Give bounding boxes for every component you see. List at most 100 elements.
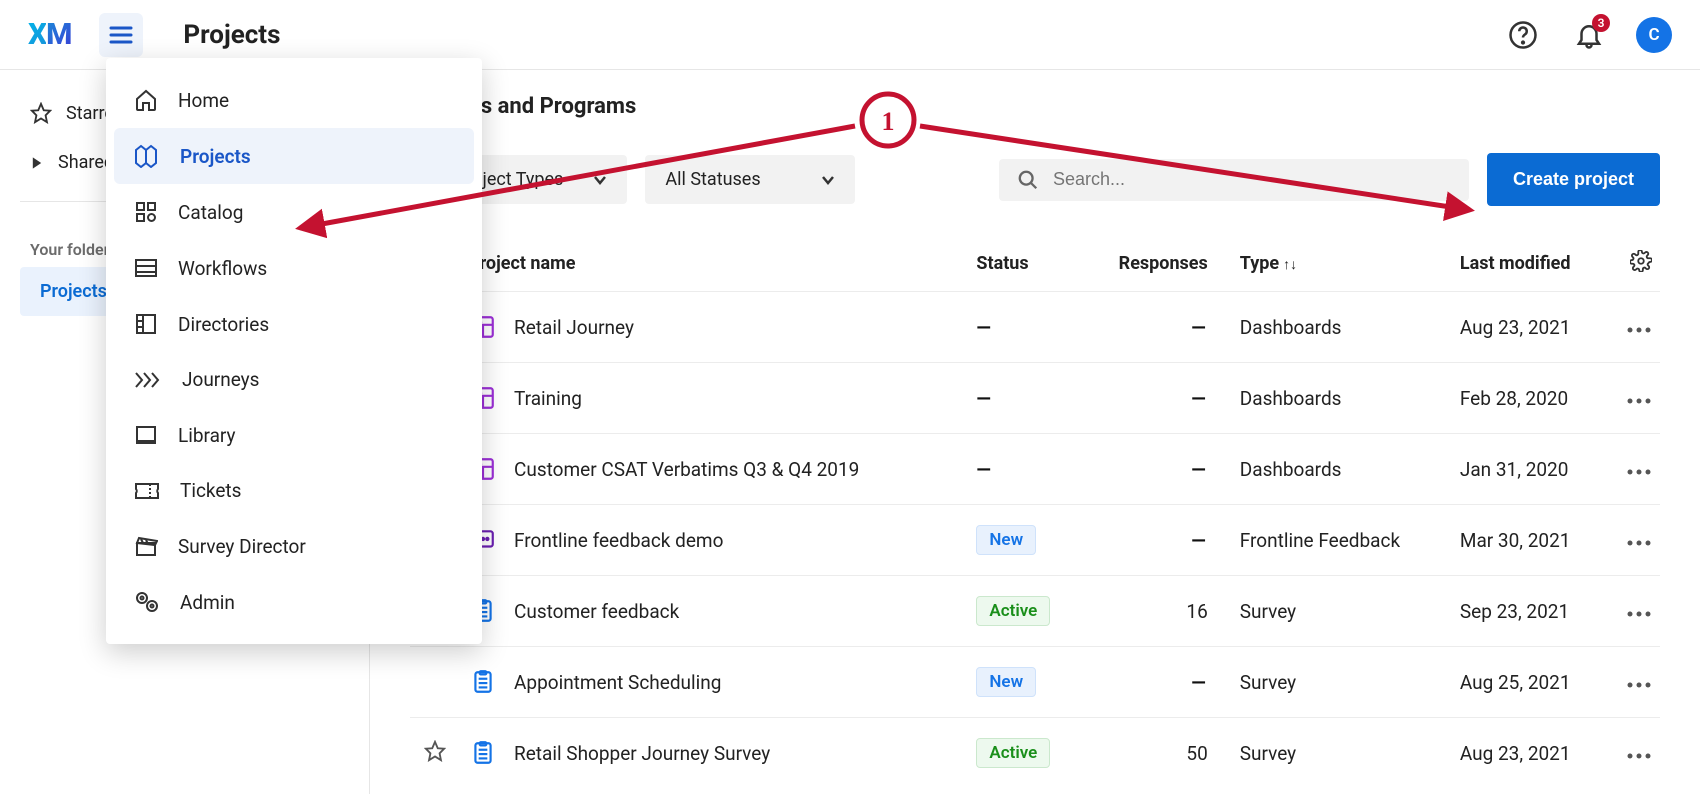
col-settings[interactable] <box>1610 236 1660 292</box>
menu-item-catalog[interactable]: Catalog <box>114 184 474 240</box>
status-empty: — <box>976 458 992 481</box>
cell-responses: 16 <box>1081 576 1232 647</box>
search-input[interactable] <box>1053 169 1451 190</box>
journeys-icon <box>134 370 162 390</box>
cell-type: Dashboards <box>1232 292 1452 363</box>
menu-item-workflows[interactable]: Workflows <box>114 240 474 296</box>
cell-name: Customer feedback <box>460 576 968 647</box>
project-name-text: Customer feedback <box>514 600 679 623</box>
table-row[interactable]: Appointment SchedulingNew—SurveyAug 25, … <box>410 647 1660 718</box>
cell-type: Survey <box>1232 647 1452 718</box>
row-actions-button[interactable] <box>1626 529 1652 552</box>
menu-item-library[interactable]: Library <box>114 407 474 463</box>
cell-modified: Mar 30, 2021 <box>1452 505 1610 576</box>
search-icon <box>1017 169 1039 191</box>
cell-status: — <box>968 363 1080 434</box>
row-actions-button[interactable] <box>1626 316 1652 339</box>
row-actions-button[interactable] <box>1626 742 1652 765</box>
cell-name: Frontline feedback demo <box>460 505 968 576</box>
home-icon <box>134 88 158 112</box>
sort-icon: ↑↓ <box>1283 257 1297 273</box>
menu-item-tickets[interactable]: Tickets <box>114 463 474 518</box>
col-responses[interactable]: Responses <box>1081 236 1232 292</box>
cell-actions <box>1610 505 1660 576</box>
cell-actions <box>1610 434 1660 505</box>
cell-name: Appointment Scheduling <box>460 647 968 718</box>
notifications-button[interactable]: 3 <box>1570 16 1608 54</box>
table-row[interactable]: Retail Journey——DashboardsAug 23, 2021 <box>410 292 1660 363</box>
cell-responses: — <box>1081 434 1232 505</box>
cell-name: Customer CSAT Verbatims Q3 & Q4 2019 <box>460 434 968 505</box>
tickets-icon <box>134 481 160 501</box>
cell-type: Dashboards <box>1232 434 1452 505</box>
cell-responses: — <box>1081 505 1232 576</box>
cell-modified: Sep 23, 2021 <box>1452 576 1610 647</box>
cell-modified: Aug 23, 2021 <box>1452 718 1610 789</box>
cell-responses: 50 <box>1081 718 1232 789</box>
cell-name: Training <box>460 363 968 434</box>
menu-item-survey-director[interactable]: Survey Director <box>114 518 474 574</box>
menu-item-home[interactable]: Home <box>114 72 474 128</box>
filter-statuses[interactable]: All Statuses <box>645 155 855 204</box>
project-name-text: Training <box>514 387 582 410</box>
status-empty: — <box>976 316 992 339</box>
cell-type: Survey <box>1232 576 1452 647</box>
project-type-icon <box>468 667 498 697</box>
cell-type: Dashboards <box>1232 363 1452 434</box>
create-project-button[interactable]: Create project <box>1487 153 1660 206</box>
triangle-right-icon <box>30 156 44 170</box>
menu-item-journeys[interactable]: Journeys <box>114 352 474 407</box>
status-badge: Active <box>976 596 1050 626</box>
gear-icon <box>1630 250 1652 272</box>
cell-status: New <box>968 647 1080 718</box>
user-avatar[interactable]: C <box>1636 17 1672 53</box>
cell-modified: Feb 28, 2020 <box>1452 363 1610 434</box>
help-button[interactable] <box>1504 16 1542 54</box>
cell-status: Active <box>968 718 1080 789</box>
projects-table: Project name Status Responses Type↑↓ Las… <box>410 236 1660 788</box>
col-modified[interactable]: Last modified <box>1452 236 1610 292</box>
table-row[interactable]: Retail Shopper Journey Survey Active 50Sur… <box>410 718 1660 789</box>
row-actions-button[interactable] <box>1626 458 1652 481</box>
project-name-text: Retail Journey <box>514 316 634 339</box>
col-type[interactable]: Type↑↓ <box>1232 236 1452 292</box>
menu-item-admin[interactable]: Admin <box>114 574 474 630</box>
table-row[interactable]: Customer feedback Active 16SurveySep 23, 2… <box>410 576 1660 647</box>
gears-icon <box>134 590 160 614</box>
cell-star <box>410 718 460 789</box>
chevron-down-icon <box>593 175 607 185</box>
main-navigation-menu: Home Projects Catalog Workflows Director… <box>106 58 482 644</box>
menu-item-projects[interactable]: Projects <box>114 128 474 184</box>
cell-type: Survey <box>1232 718 1452 789</box>
hamburger-menu-button[interactable] <box>99 13 143 57</box>
main-content: Projects and Programs All Project Types … <box>370 70 1700 794</box>
cell-status: Active <box>968 576 1080 647</box>
menu-item-directories[interactable]: Directories <box>114 296 474 352</box>
status-badge: Active <box>976 738 1050 768</box>
star-outline-icon <box>30 102 52 124</box>
star-outline-icon[interactable] <box>424 740 446 762</box>
search-box[interactable] <box>999 159 1469 201</box>
library-icon <box>134 423 158 447</box>
cell-responses: — <box>1081 363 1232 434</box>
table-row[interactable]: Training——DashboardsFeb 28, 2020 <box>410 363 1660 434</box>
cell-star <box>410 647 460 718</box>
project-type-icon <box>468 738 498 768</box>
cell-modified: Aug 23, 2021 <box>1452 292 1610 363</box>
project-name-text: Retail Shopper Journey Survey <box>514 742 770 765</box>
cell-actions <box>1610 576 1660 647</box>
cell-responses: — <box>1081 647 1232 718</box>
row-actions-button[interactable] <box>1626 671 1652 694</box>
col-status[interactable]: Status <box>968 236 1080 292</box>
status-badge: New <box>976 667 1036 697</box>
workflows-icon <box>134 256 158 280</box>
status-empty: — <box>976 387 992 410</box>
col-name[interactable]: Project name <box>460 236 968 292</box>
table-row[interactable]: Frontline feedback demoNew—Frontline Fee… <box>410 505 1660 576</box>
row-actions-button[interactable] <box>1626 387 1652 410</box>
table-row[interactable]: Customer CSAT Verbatims Q3 & Q4 2019——Da… <box>410 434 1660 505</box>
status-badge: New <box>976 525 1036 555</box>
project-name-text: Frontline feedback demo <box>514 529 723 552</box>
logo-x: X <box>28 17 46 52</box>
row-actions-button[interactable] <box>1626 600 1652 623</box>
